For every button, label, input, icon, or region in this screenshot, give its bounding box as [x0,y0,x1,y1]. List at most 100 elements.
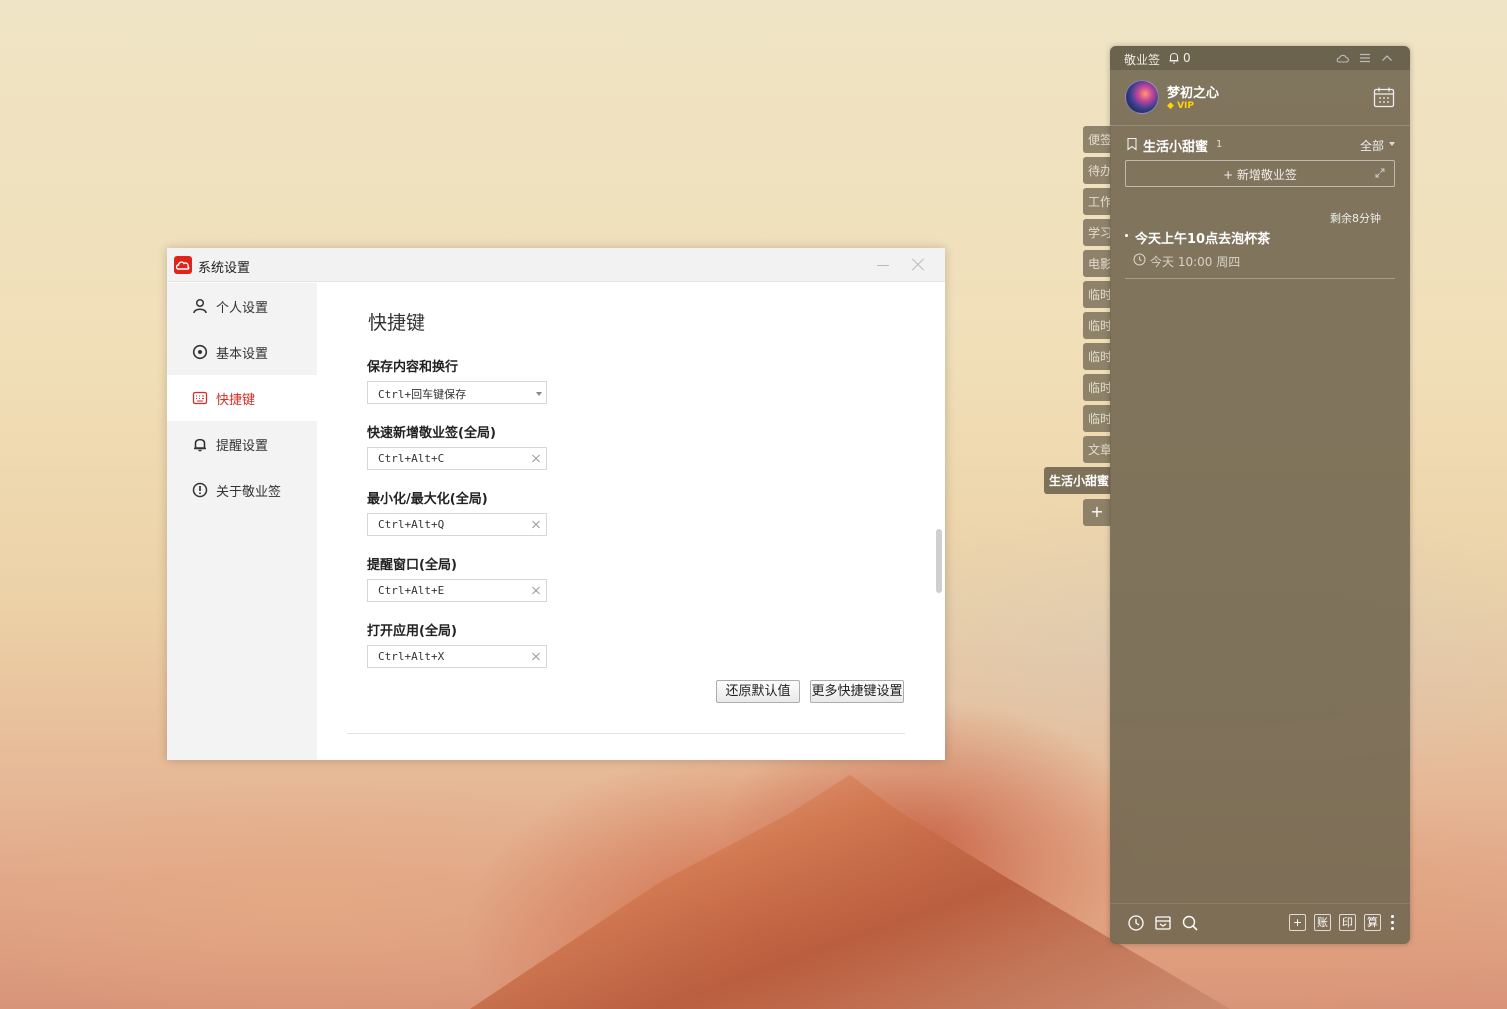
panel-divider [1110,125,1410,126]
bell-icon [194,438,206,452]
side-tab-label: 临时 [1088,319,1111,333]
window-titlebar[interactable]: 系统设置 [167,248,945,282]
archive-icon[interactable] [1154,914,1172,932]
keyboard-icon [192,391,208,405]
side-tab[interactable]: 临时 [1083,405,1111,432]
cloud-sync-icon[interactable] [1336,51,1350,65]
group-title: 生活小甜蜜 [1143,140,1209,155]
nav-item-shortcuts[interactable]: 快捷键 [167,375,317,421]
side-tab[interactable]: 电影 [1083,250,1111,277]
username: 梦初之心 [1167,86,1220,101]
vip-label: VIP [1177,101,1194,111]
close-button[interactable] [909,256,927,274]
side-tab-label: 生活小甜蜜 [1049,474,1110,488]
side-tab[interactable]: 待办 [1083,157,1111,184]
side-tab-label: 临时 [1088,288,1111,302]
side-tab-label: 便签 [1088,133,1111,147]
field-label-minmax: 最小化/最大化(全局) [367,492,488,507]
nav-item-basic[interactable]: 基本设置 [167,329,317,375]
more-options-icon[interactable] [1390,914,1396,932]
side-tab[interactable]: 便签 [1083,126,1111,153]
field-value: Ctrl+Alt+E [378,584,445,597]
settings-sidebar: 个人设置 基本设置 快捷键 提醒设置 关于敬业签 [167,283,317,760]
field-label-quick-add: 快速新增敬业签(全局) [367,426,496,441]
more-shortcuts-button[interactable]: 更多快捷键设置 [810,680,904,703]
side-tab-label: 临时 [1088,412,1111,426]
nav-label: 提醒设置 [216,439,269,454]
clear-icon[interactable] [530,518,542,530]
side-tab[interactable]: 临时 [1083,343,1111,370]
calendar-icon[interactable] [1373,86,1395,108]
chevron-down-icon [536,392,542,396]
note-text[interactable]: 今天上午10点去泡杯茶 [1135,228,1270,247]
clock-icon [1133,253,1146,266]
side-tab-label: 工作 [1088,195,1111,209]
restore-defaults-button[interactable]: 还原默认值 [716,680,800,703]
clear-icon[interactable] [530,584,542,596]
side-tab[interactable]: 临时 [1083,281,1111,308]
scrollbar[interactable] [936,529,942,593]
gear-icon [192,344,208,360]
bell-icon[interactable] [1168,51,1180,64]
info-icon [192,482,208,498]
person-icon [193,298,207,314]
open-app-hotkey-field[interactable]: Ctrl+Alt+X [367,645,547,668]
search-icon[interactable] [1181,914,1199,932]
avatar[interactable] [1125,80,1159,114]
history-clock-icon[interactable] [1127,914,1145,932]
field-label-open-app: 打开应用(全局) [367,624,457,639]
side-tab-label: 临时 [1088,381,1111,395]
collapse-icon[interactable] [1380,51,1394,65]
expand-icon[interactable] [1374,167,1386,179]
minimize-button[interactable] [875,256,891,272]
menu-icon[interactable] [1358,51,1372,65]
settings-content: 快捷键 保存内容和换行 Ctrl+回车键保存 快速新增敬业签(全局) Ctrl+… [317,283,945,760]
print-tool-button[interactable]: 印 [1339,914,1356,931]
account-tool-button[interactable]: 账 [1314,914,1331,931]
side-tab[interactable]: 临时 [1083,374,1111,401]
reminder-hotkey-field[interactable]: Ctrl+Alt+E [367,579,547,602]
nav-label: 关于敬业签 [216,485,282,500]
filter-dropdown[interactable]: 全部 [1360,137,1384,154]
field-label-save: 保存内容和换行 [367,360,459,375]
app-logo-icon [174,256,192,274]
nav-label: 个人设置 [216,301,269,316]
side-tab[interactable]: 文章 [1083,436,1111,463]
nav-label: 快捷键 [216,393,256,408]
vip-badge: ◆ VIP [1167,101,1194,111]
nav-item-about[interactable]: 关于敬业签 [167,467,317,513]
side-tab-label: 文章 [1088,443,1111,457]
side-tab-label: 电影 [1088,257,1111,271]
side-tab-active[interactable]: 生活小甜蜜 [1044,467,1111,494]
side-tab[interactable]: 学习 [1083,219,1111,246]
add-box-button[interactable]: + [1289,914,1306,931]
field-label-reminder: 提醒窗口(全局) [367,558,457,573]
quick-add-hotkey-field[interactable]: Ctrl+Alt+C [367,447,547,470]
side-tab-label: 临时 [1088,350,1111,364]
group-count: 1 [1216,139,1223,150]
nav-item-reminder[interactable]: 提醒设置 [167,421,317,467]
save-mode-dropdown[interactable]: Ctrl+回车键保存 [367,381,547,404]
note-bullet [1125,234,1128,237]
nav-item-personal[interactable]: 个人设置 [167,283,317,329]
settings-window: 系统设置 个人设置 基本设置 快捷键 提醒设置 关于敬业签 快捷键 保存内容和换… [167,248,945,760]
bookmark-icon [1127,137,1137,151]
remaining-time: 剩余8分钟 [1330,212,1381,225]
side-tab-label: 待办 [1088,164,1111,178]
chevron-down-icon [1389,142,1395,146]
calculator-tool-button[interactable]: 算 [1364,914,1381,931]
nav-label: 基本设置 [216,347,269,362]
panel-divider [1110,903,1410,904]
clear-icon[interactable] [530,650,542,662]
clear-icon[interactable] [530,452,542,464]
add-tab-button[interactable]: + [1083,499,1111,526]
field-value: Ctrl+Alt+C [378,452,445,465]
window-title: 系统设置 [198,261,251,276]
notification-count: 0 [1183,51,1191,65]
add-note-button[interactable]: + 新增敬业签 [1125,160,1395,187]
side-tab[interactable]: 工作 [1083,188,1111,215]
minmax-hotkey-field[interactable]: Ctrl+Alt+Q [367,513,547,536]
field-value: Ctrl+Alt+X [378,650,445,663]
panel-brand: 敬业签 [1124,53,1161,67]
side-tab[interactable]: 临时 [1083,312,1111,339]
